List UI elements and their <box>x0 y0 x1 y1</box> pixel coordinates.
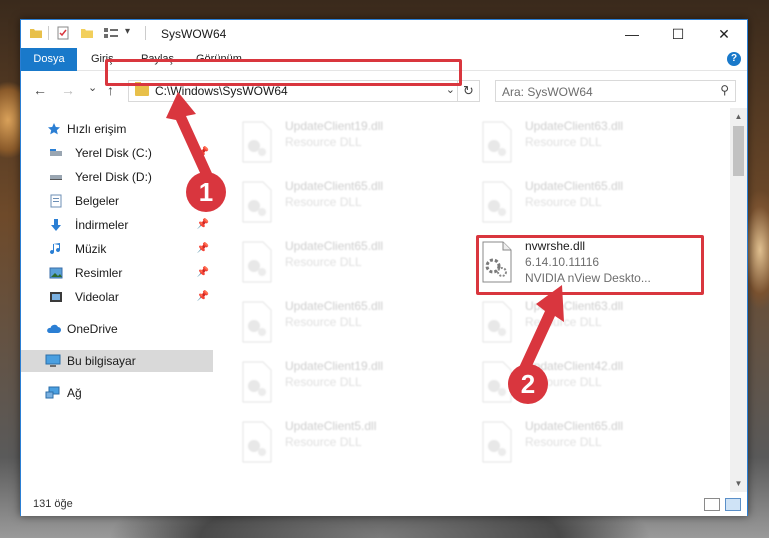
annotation-arrows <box>166 92 564 379</box>
step-1-badge: 1 <box>186 172 226 212</box>
step-2-badge: 2 <box>508 364 548 404</box>
